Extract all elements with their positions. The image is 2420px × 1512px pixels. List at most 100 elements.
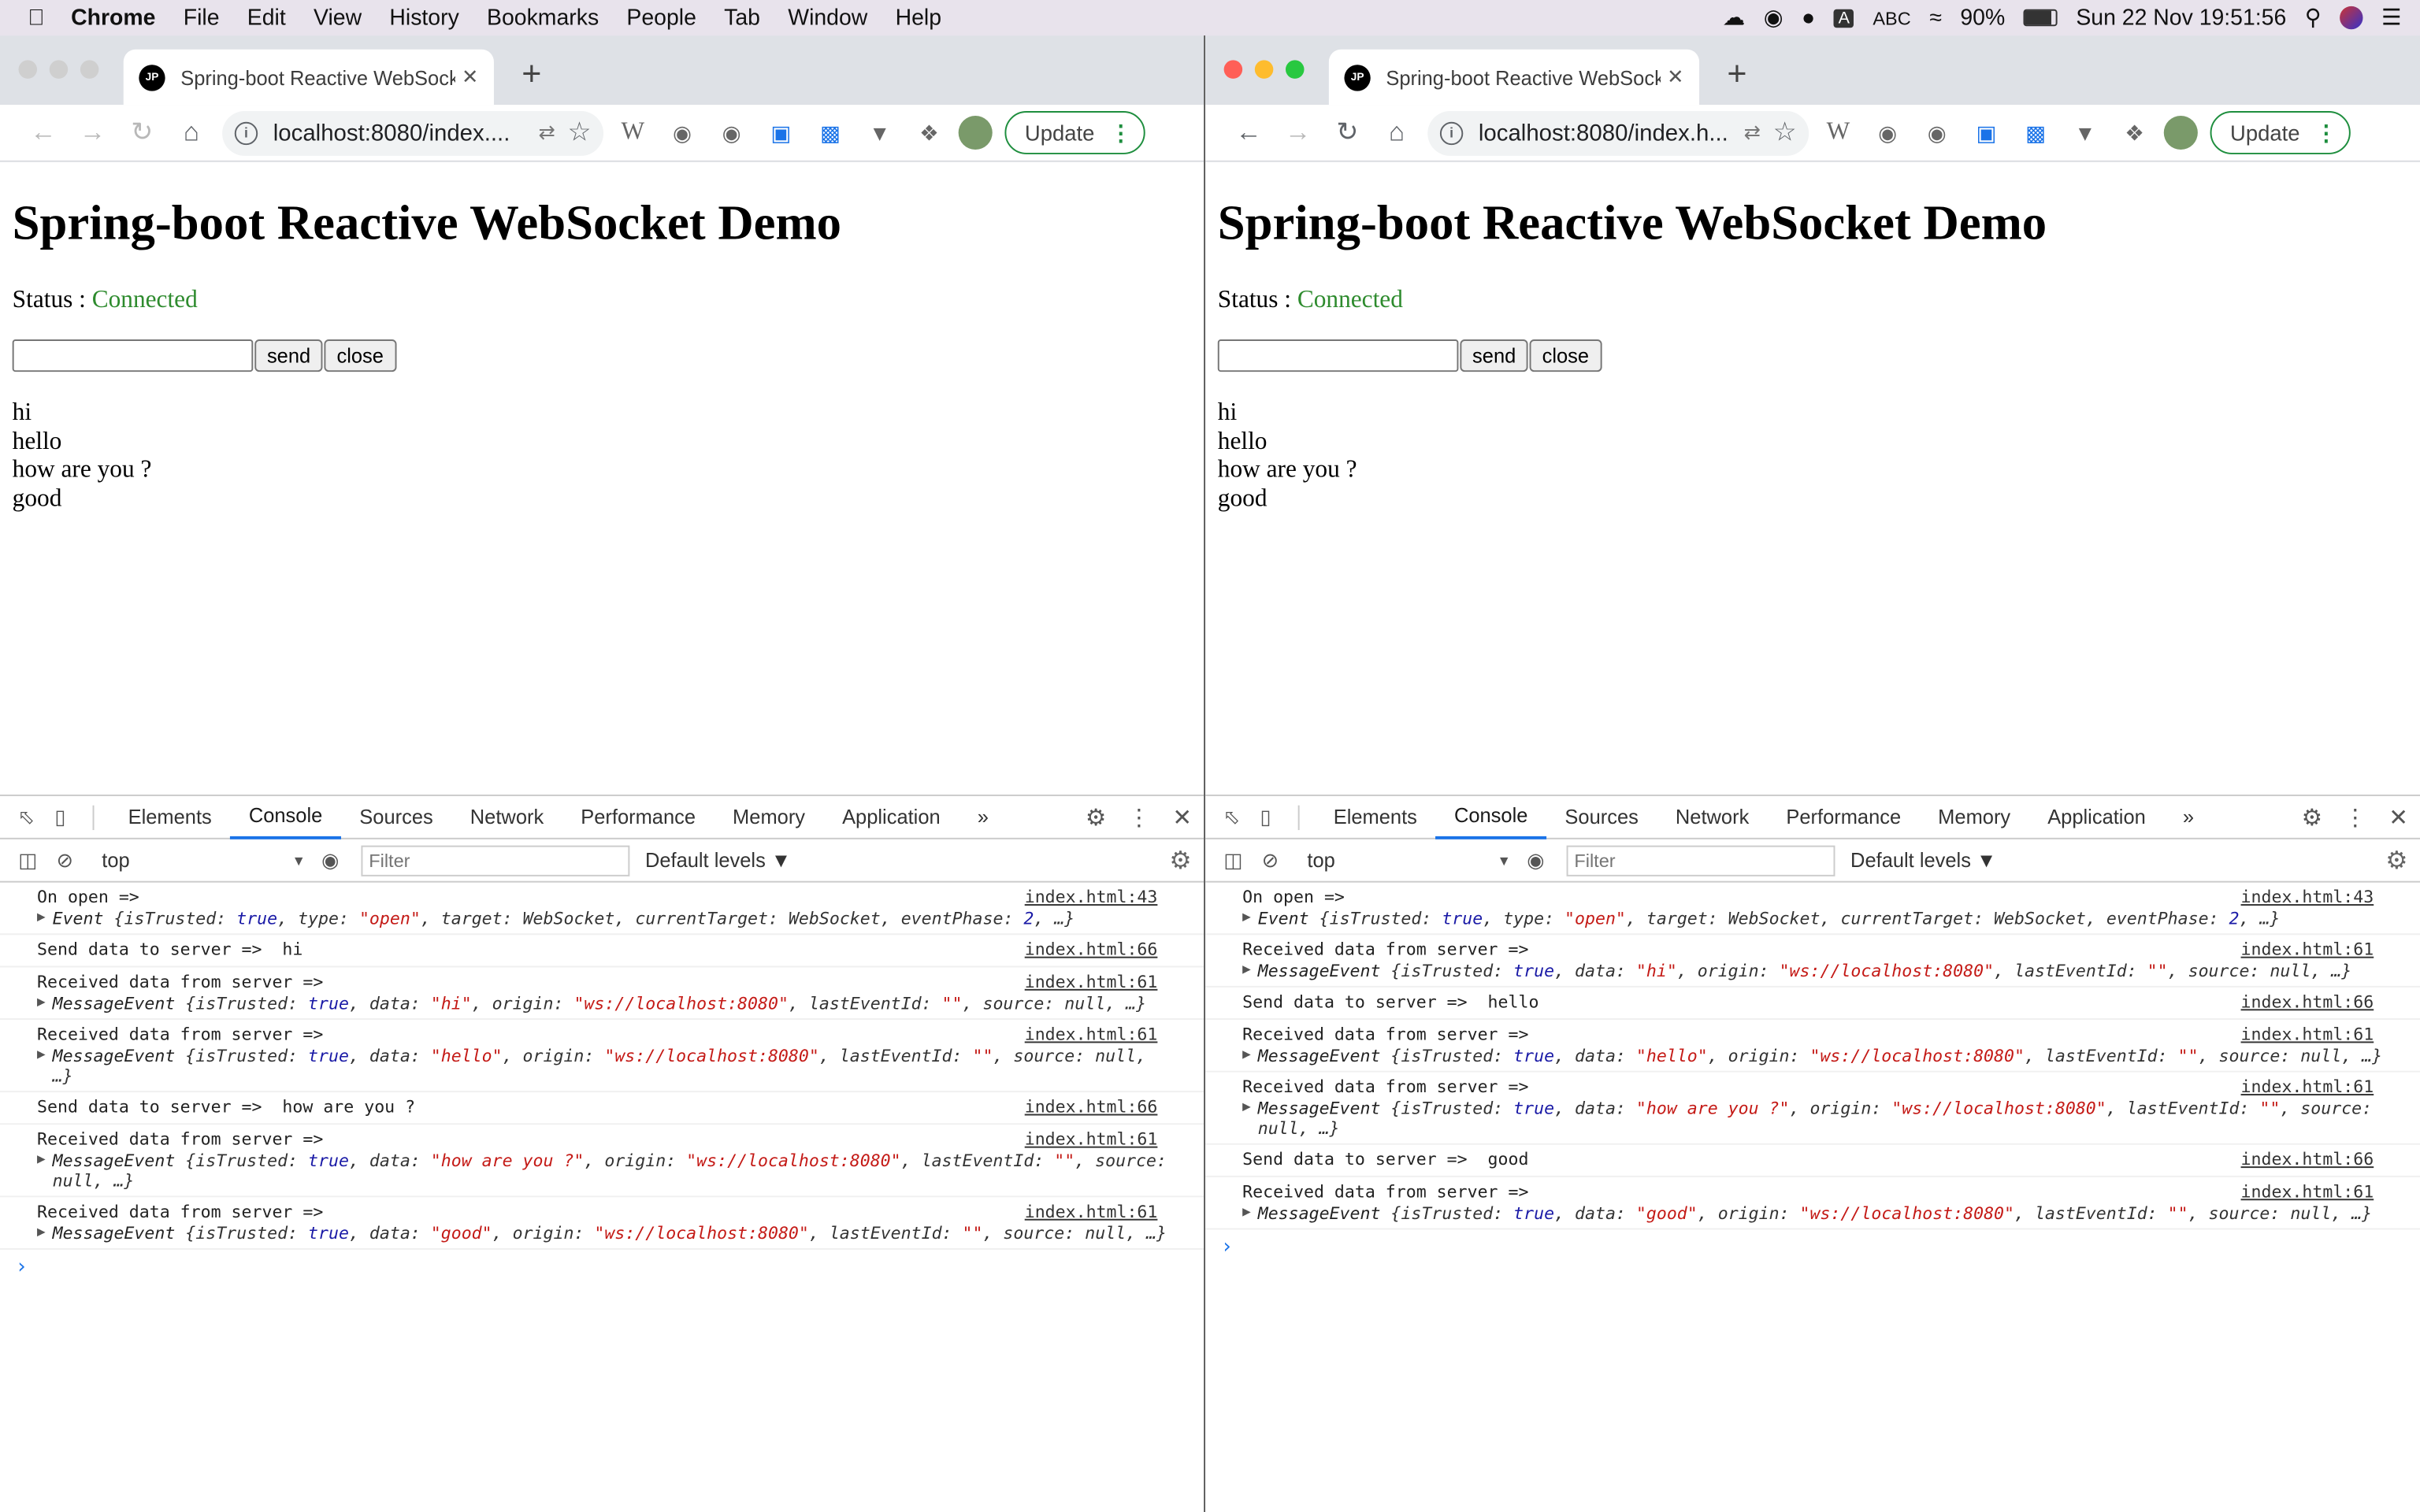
context-selector[interactable]: top ▼: [1301, 845, 1517, 876]
expand-triangle-icon[interactable]: ▶: [37, 994, 46, 1014]
source-link[interactable]: index.html:66: [2241, 992, 2374, 1012]
menu-app-chrome[interactable]: Chrome: [71, 6, 155, 30]
source-link[interactable]: index.html:61: [1025, 1025, 1158, 1044]
reload-icon[interactable]: ↻: [117, 117, 167, 148]
browser-tab[interactable]: JP Spring-boot Reactive WebSocket Demo ✕: [123, 49, 494, 106]
settings-gear-icon[interactable]: ⚙: [1075, 803, 1118, 831]
live-expression-eye-icon[interactable]: ◉: [312, 848, 349, 873]
source-link[interactable]: index.html:66: [1025, 1097, 1158, 1117]
extensions-puzzle-icon[interactable]: ❖: [2114, 120, 2155, 146]
extension-elephant-icon[interactable]: ◉: [1917, 120, 1957, 146]
tab-application[interactable]: Application: [824, 795, 959, 839]
url-text[interactable]: localhost:8080/index....: [273, 120, 529, 146]
back-icon[interactable]: ←: [1224, 117, 1274, 148]
extension-blue-icon[interactable]: ▩: [2016, 120, 2056, 146]
console-settings-gear-icon[interactable]: ⚙: [1169, 845, 1191, 876]
sidebar-toggle-icon[interactable]: ◫: [1215, 848, 1252, 873]
send-button[interactable]: send: [254, 339, 323, 372]
home-icon[interactable]: ⌂: [167, 117, 217, 148]
bookmark-star-icon[interactable]: ☆: [1773, 117, 1797, 148]
tab-sources[interactable]: Sources: [341, 795, 451, 839]
battery-percent[interactable]: 90%: [1960, 6, 2005, 30]
browser-tab[interactable]: JP Spring-boot Reactive WebSocket Demo ✕: [1328, 49, 1700, 106]
cloud-upload-icon[interactable]: ☁: [1723, 6, 1745, 30]
forward-icon[interactable]: →: [68, 117, 117, 148]
extensions-puzzle-icon[interactable]: ❖: [909, 120, 949, 146]
message-input[interactable]: [12, 339, 254, 372]
battery-icon[interactable]: [2023, 9, 2058, 27]
console-prompt[interactable]: ›: [0, 1250, 1204, 1279]
translate-icon[interactable]: ⇄: [538, 120, 555, 145]
tab-elements[interactable]: Elements: [109, 795, 230, 839]
console-object[interactable]: ▶ Event {isTrusted: true, type: "open", t…: [1242, 909, 2383, 928]
tab-network[interactable]: Network: [451, 795, 562, 839]
evernote-icon[interactable]: ◉: [1764, 6, 1783, 30]
new-tab-button[interactable]: +: [521, 54, 541, 94]
console-object[interactable]: ▶ Event {isTrusted: true, type: "open", t…: [37, 909, 1167, 928]
home-icon[interactable]: ⌂: [1372, 117, 1422, 148]
profile-avatar[interactable]: [2163, 115, 2198, 150]
tab-memory[interactable]: Memory: [1920, 795, 2029, 839]
tab-memory[interactable]: Memory: [714, 795, 824, 839]
expand-triangle-icon[interactable]: ▶: [1242, 1203, 1251, 1223]
input-source-label[interactable]: ABC: [1873, 7, 1910, 28]
console-object[interactable]: ▶ MessageEvent {isTrusted: true, data: "h…: [37, 994, 1167, 1014]
device-toolbar-icon[interactable]: ▯: [43, 805, 77, 829]
expand-triangle-icon[interactable]: ▶: [1242, 909, 1251, 928]
close-window-button[interactable]: [1223, 60, 1243, 79]
source-link[interactable]: index.html:61: [2241, 1025, 2374, 1044]
tab-network[interactable]: Network: [1657, 795, 1767, 839]
close-button[interactable]: close: [1529, 339, 1602, 372]
google-translate-extension-icon[interactable]: ▣: [761, 120, 801, 146]
source-link[interactable]: index.html:61: [1025, 1202, 1158, 1221]
send-button[interactable]: send: [1460, 339, 1528, 372]
spotlight-search-icon[interactable]: ⚲: [2305, 6, 2322, 30]
close-tab-icon[interactable]: ✕: [462, 65, 478, 89]
more-tabs-icon[interactable]: »: [2164, 795, 2212, 839]
log-levels-dropdown[interactable]: Default levels ▼: [645, 849, 791, 872]
address-bar[interactable]: i localhost:8080/index.h... ⇄ ☆: [1427, 110, 1809, 155]
menu-people[interactable]: People: [626, 6, 696, 30]
address-bar[interactable]: i localhost:8080/index.... ⇄ ☆: [222, 110, 604, 155]
tab-console[interactable]: Console: [230, 795, 341, 839]
back-icon[interactable]: ←: [19, 117, 69, 148]
source-link[interactable]: index.html:66: [1025, 939, 1158, 959]
more-tabs-icon[interactable]: »: [959, 795, 1007, 839]
devtools-menu-icon[interactable]: ⋮: [2333, 803, 2377, 831]
apple-icon[interactable]: : [28, 6, 71, 30]
source-link[interactable]: index.html:61: [2241, 1077, 2374, 1097]
live-expression-eye-icon[interactable]: ◉: [1517, 848, 1554, 873]
expand-triangle-icon[interactable]: ▶: [1242, 1099, 1251, 1118]
control-center-icon[interactable]: ☰: [2381, 6, 2401, 30]
message-input[interactable]: [1217, 339, 1459, 372]
extension-globe-icon[interactable]: ◉: [662, 120, 702, 146]
menu-dots-icon[interactable]: ⋮: [2315, 120, 2336, 146]
vue-devtools-icon[interactable]: ▼: [859, 120, 900, 145]
tab-elements[interactable]: Elements: [1315, 795, 1435, 839]
site-info-icon[interactable]: i: [234, 120, 258, 145]
profile-avatar[interactable]: [958, 115, 993, 150]
minimize-window-button[interactable]: [1254, 60, 1274, 79]
source-link[interactable]: index.html:43: [2241, 888, 2374, 907]
close-devtools-icon[interactable]: ✕: [1160, 803, 1204, 831]
tab-application[interactable]: Application: [2029, 795, 2165, 839]
reload-icon[interactable]: ↻: [1323, 117, 1372, 148]
source-link[interactable]: index.html:61: [2241, 939, 2374, 959]
console-object[interactable]: ▶ MessageEvent {isTrusted: true, data: "h…: [37, 1151, 1167, 1191]
console-object[interactable]: ▶ MessageEvent {isTrusted: true, data: "h…: [1242, 1099, 2383, 1139]
extension-globe-icon[interactable]: ◉: [1868, 120, 1908, 146]
console-object[interactable]: ▶ MessageEvent {isTrusted: true, data: "h…: [1242, 962, 2383, 981]
clear-console-icon[interactable]: ⊘: [46, 848, 84, 873]
close-tab-icon[interactable]: ✕: [1667, 65, 1683, 89]
console-object[interactable]: ▶ MessageEvent {isTrusted: true, data: "g…: [1242, 1203, 2383, 1223]
expand-triangle-icon[interactable]: ▶: [37, 1151, 46, 1171]
menu-dots-icon[interactable]: ⋮: [1110, 120, 1131, 146]
console-filter-input[interactable]: [361, 844, 630, 876]
console-prompt[interactable]: ›: [1205, 1229, 2420, 1258]
clock[interactable]: Sun 22 Nov 19:51:56: [2076, 6, 2286, 30]
source-link[interactable]: index.html:43: [1025, 888, 1158, 907]
close-devtools-icon[interactable]: ✕: [2377, 803, 2420, 831]
menu-history[interactable]: History: [389, 6, 458, 30]
console-filter-input[interactable]: [1566, 844, 1835, 876]
menu-tab[interactable]: Tab: [724, 6, 760, 30]
